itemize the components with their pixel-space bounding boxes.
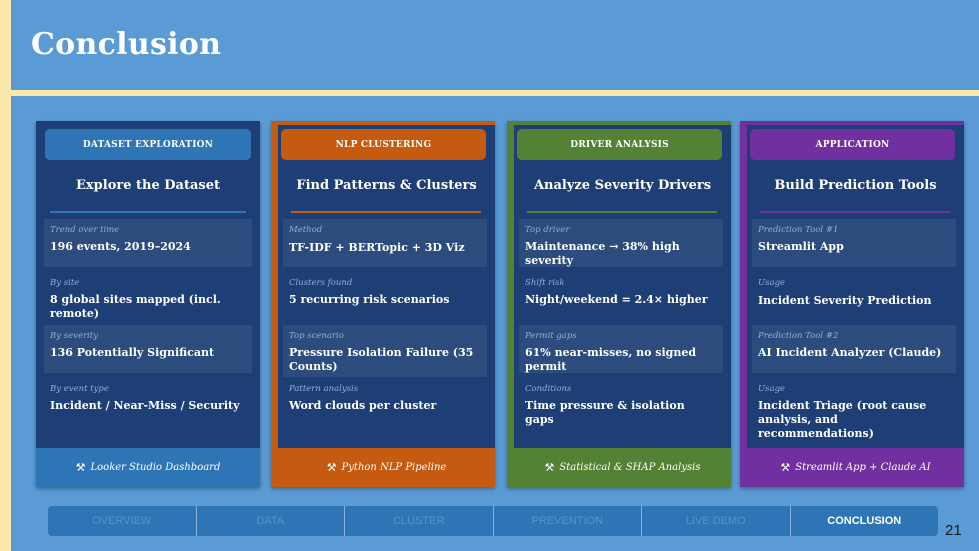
list-item: By site 8 global sites mapped (incl. rem… [44,272,252,320]
item-value: TF-IDF + BERTopic + 3D Viz [289,241,465,254]
card-heading: Find Patterns & Clusters [296,178,477,193]
item-label: By site [50,278,80,288]
tab-prevention[interactable]: PREVENTION [494,506,642,536]
card-underline [291,211,481,213]
item-label: Prediction Tool #2 [758,331,839,341]
tab-live-demo[interactable]: LIVE DEMO [642,506,791,536]
list-item: Prediction Tool #1 Streamlit App [752,219,956,267]
hammer-wrench-icon: ⚒ [326,461,337,474]
footer-label: Looker Studio Dashboard [90,462,221,473]
item-value: Incident Triage (root cause analysis, an… [758,399,927,440]
item-label: By event type [50,384,109,394]
card-footer: ⚒ Statistical & SHAP Analysis [514,448,731,487]
item-label: Prediction Tool #1 [758,225,839,235]
title-area: Conclusion [11,0,979,90]
tab-conclusion[interactable]: CONCLUSION [791,506,939,536]
card-driver-analysis: DRIVER ANALYSIS Analyze Severity Drivers… [507,121,731,487]
hammer-wrench-icon: ⚒ [780,461,791,474]
list-item: By event type Incident / Near-Miss / Sec… [44,378,252,426]
card-footer: ⚒ Looker Studio Dashboard [36,448,260,487]
card-accent-top [507,121,731,125]
card-underline [760,211,950,213]
item-value: Word clouds per cluster [289,399,437,412]
list-item: Prediction Tool #2 AI Incident Analyzer … [752,325,956,373]
card-footer: ⚒ Python NLP Pipeline [278,448,495,487]
item-value: 5 recurring risk scenarios [289,293,450,306]
card-footer: ⚒ Streamlit App + Claude AI [747,448,964,487]
footer-label: Streamlit App + Claude AI [795,462,931,473]
list-item: Usage Incident Triage (root cause analys… [752,378,956,440]
section-nav: OVERVIEW DATA CLUSTER PREVENTION LIVE DE… [48,506,938,536]
card-nlp-clustering: NLP CLUSTERING Find Patterns & Clusters … [271,121,495,487]
card-tag: APPLICATION [750,129,955,160]
title-divider [11,90,979,96]
list-item: Method TF-IDF + BERTopic + 3D Viz [283,219,487,267]
card-application: APPLICATION Build Prediction Tools Predi… [740,121,964,487]
item-label: Top driver [525,225,570,235]
item-label: Top scenario [289,331,344,341]
item-label: Pattern analysis [289,384,359,394]
slide-number: 21 [945,522,962,539]
item-value: Night/weekend = 2.4× higher [525,293,708,306]
list-item: Clusters found 5 recurring risk scenario… [283,272,487,320]
item-value: Pressure Isolation Failure (35 Counts) [289,346,474,373]
item-value: 8 global sites mapped (incl. remote) [50,293,221,320]
item-label: Conditions [525,384,572,394]
list-item: Pattern analysis Word clouds per cluster [283,378,487,426]
item-value: Maintenance → 38% high severity [525,240,680,267]
item-value: Incident / Near-Miss / Security [50,399,240,412]
list-item: Usage Incident Severity Prediction [752,272,956,320]
footer-label: Statistical & SHAP Analysis [559,462,701,473]
footer-label: Python NLP Pipeline [341,462,447,473]
card-tag: DATASET EXPLORATION [45,129,251,160]
list-item: Top scenario Pressure Isolation Failure … [283,325,487,377]
item-value: Streamlit App [758,240,844,253]
item-label: Shift risk [525,278,565,288]
item-label: Method [289,225,323,235]
card-heading: Explore the Dataset [76,178,220,193]
card-accent-top [271,121,495,125]
tab-data[interactable]: DATA [197,506,345,536]
tab-cluster[interactable]: CLUSTER [345,506,494,536]
item-label: By severity [50,331,98,341]
list-item: Shift risk Night/weekend = 2.4× higher [519,272,723,320]
card-underline [50,211,246,213]
left-accent-bar [0,0,11,551]
tab-overview[interactable]: OVERVIEW [48,506,197,536]
item-value: 136 Potentially Significant [50,346,215,359]
card-heading: Analyze Severity Drivers [533,178,712,193]
page-title: Conclusion [31,27,222,62]
item-value: 61% near-misses, no signed permit [525,346,697,373]
item-value: AI Incident Analyzer (Claude) [758,346,942,359]
card-accent-left [507,121,514,487]
card-tag: NLP CLUSTERING [281,129,486,160]
card-accent-top [740,121,964,125]
item-value: Incident Severity Prediction [758,294,932,307]
card-dataset-exploration: DATASET EXPLORATION Explore the Dataset … [36,121,260,487]
card-underline [527,211,717,213]
card-heading: Build Prediction Tools [774,178,937,193]
item-label: Usage [758,278,786,288]
list-item: Permit gaps 61% near-misses, no signed p… [519,325,723,373]
item-label: Clusters found [289,278,353,288]
item-label: Usage [758,384,786,394]
card-accent-left [271,121,278,487]
list-item: By severity 136 Potentially Significant [44,325,252,373]
list-item: Conditions Time pressure & isolation gap… [519,378,723,426]
hammer-wrench-icon: ⚒ [544,461,555,474]
list-item: Trend over time 196 events, 2019–2024 [44,219,252,267]
card-accent-left [740,121,747,487]
card-tag: DRIVER ANALYSIS [517,129,722,160]
hammer-wrench-icon: ⚒ [75,461,86,474]
item-label: Trend over time [50,225,120,235]
item-value: 196 events, 2019–2024 [50,240,191,253]
item-label: Permit gaps [525,331,577,341]
list-item: Top driver Maintenance → 38% high severi… [519,219,723,267]
item-value: Time pressure & isolation gaps [525,399,685,426]
